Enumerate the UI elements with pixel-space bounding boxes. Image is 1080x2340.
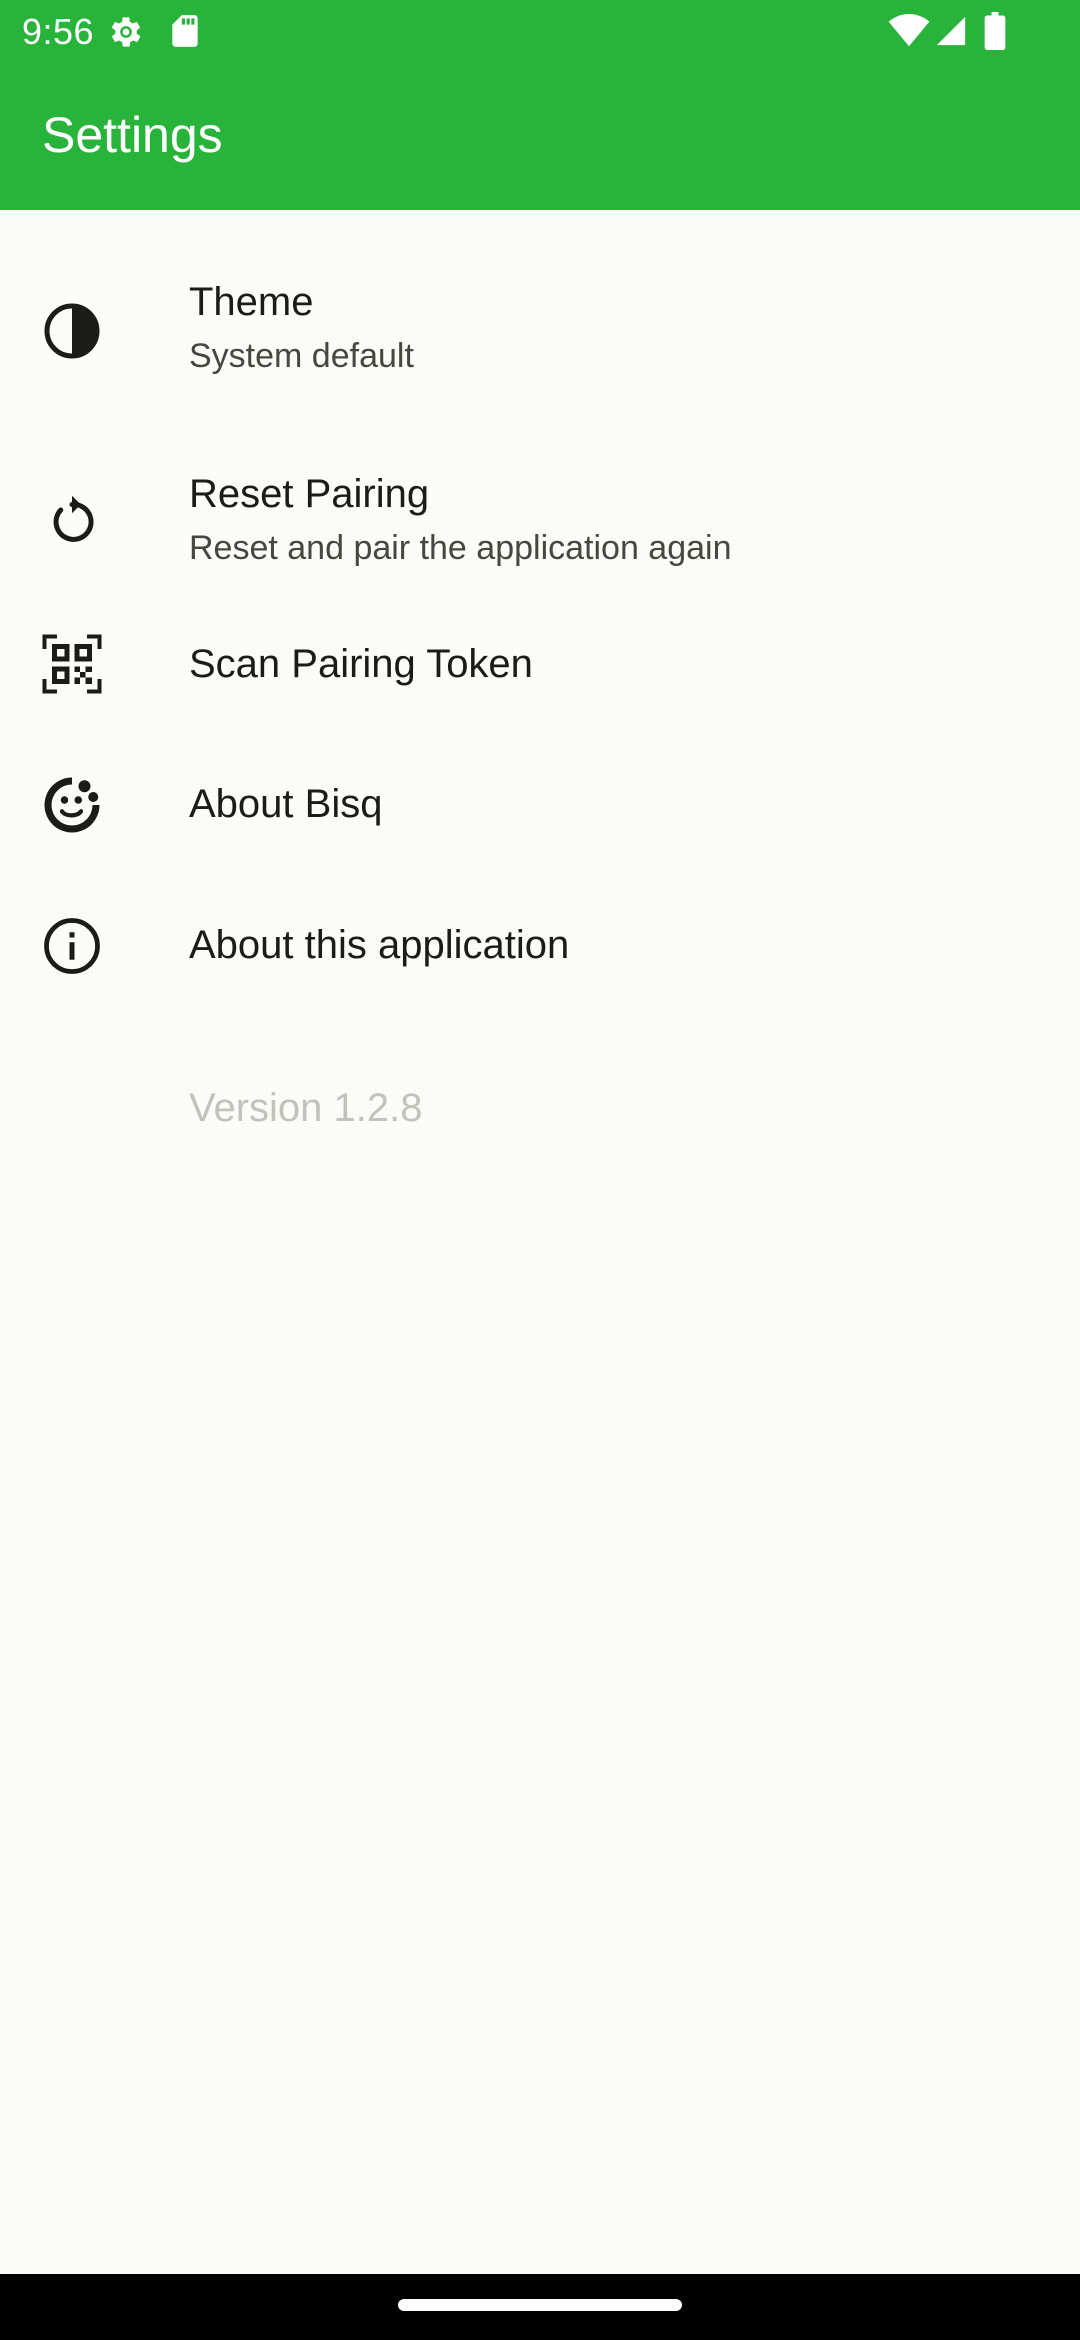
setting-item-title: Theme: [189, 280, 314, 324]
qr-code-scan-icon: [42, 634, 102, 694]
page-title: Settings: [42, 107, 223, 163]
status-time: 9:56: [22, 11, 95, 52]
battery-icon: [984, 12, 1006, 50]
setting-item-about-application[interactable]: About this application: [0, 875, 1080, 1016]
home-gesture-handle[interactable]: [398, 2299, 682, 2311]
system-navigation-bar: [0, 2274, 1080, 2340]
title-bar: Settings: [0, 63, 1080, 210]
sd-card-icon: [172, 15, 198, 47]
setting-item-theme[interactable]: Theme System default: [0, 210, 1080, 402]
app-header: 9:56 Settings: [0, 0, 1080, 210]
app-version: Version 1.2.8: [189, 1086, 423, 1130]
setting-item-title: About Bisq: [189, 782, 383, 826]
setting-item-subtitle: Reset and pair the application again: [189, 529, 732, 567]
setting-item-title: Reset Pairing: [189, 472, 430, 516]
theme-contrast-icon: [42, 301, 102, 361]
cellular-signal-icon: [936, 16, 966, 46]
setting-item-about-bisq[interactable]: About Bisq: [0, 734, 1080, 875]
setting-item-title: Scan Pairing Token: [189, 642, 533, 686]
info-icon: [42, 916, 102, 976]
setting-item-title: About this application: [189, 923, 570, 967]
settings-gear-icon: [111, 17, 141, 47]
setting-item-reset-pairing[interactable]: Reset Pairing Reset and pair the applica…: [0, 402, 1080, 594]
bisq-logo-icon: [42, 775, 102, 835]
setting-item-scan-pairing-token[interactable]: Scan Pairing Token: [0, 594, 1080, 734]
status-bar: 9:56: [0, 0, 1080, 63]
wifi-icon: [888, 14, 930, 47]
setting-item-subtitle: System default: [189, 337, 414, 375]
reset-refresh-icon: [42, 492, 102, 552]
